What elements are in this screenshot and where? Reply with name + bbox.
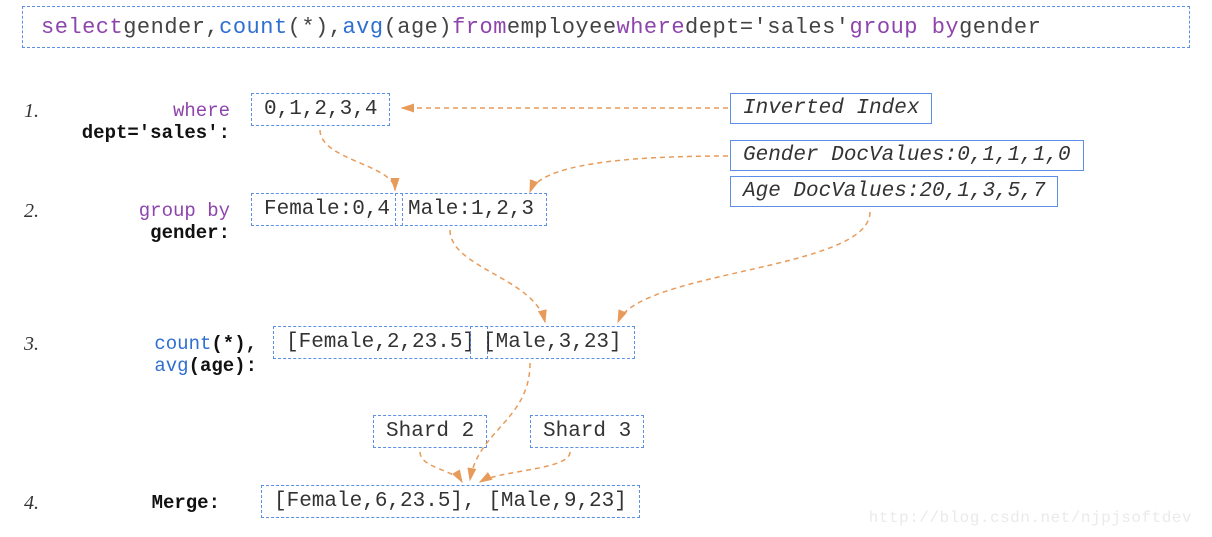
box-inverted-index: Inverted Index [730,93,932,124]
box-age-docvalues: Age DocValues:20,1,3,5,7 [730,176,1058,207]
col-gender: gender, [123,15,219,40]
box-male-agg: [Male,3,23] [470,326,635,359]
box-ids: 0,1,2,3,4 [251,93,390,126]
kw-from: from [452,15,507,40]
step-2-num: 2. [24,200,39,223]
sql-query-box: select gender, count (*), avg (age) from… [22,6,1190,48]
step-3-fn1: count [154,333,211,355]
step-3-fn2-arg: (age): [189,355,257,377]
step-1-rest: dept='sales': [82,122,230,144]
box-male-group: Male:1,2,3 [395,193,547,226]
box-female-group: Female:0,4 [251,193,403,226]
step-3-fn2: avg [154,355,188,377]
groupby-col: gender [959,15,1041,40]
step-4-num: 4. [24,492,39,515]
box-gender-docvalues: Gender DocValues:0,1,1,1,0 [730,140,1084,171]
step-4-label: Merge: [152,492,220,514]
fn-count-arg: (*), [288,15,343,40]
tbl: employee [507,15,617,40]
diagram-arrows [0,0,1212,537]
box-shard-3: Shard 3 [530,415,644,448]
step-2-kw: group by [139,200,230,222]
box-female-agg: [Female,2,23.5] [273,326,488,359]
step-1-kw: where [173,100,230,122]
kw-where: where [617,15,686,40]
step-2-rest: gender: [150,222,230,244]
fn-avg-arg: (age) [384,15,453,40]
step-3-num: 3. [24,333,39,356]
box-shard-2: Shard 2 [373,415,487,448]
watermark: http://blog.csdn.net/njpjsoftdev [869,509,1192,527]
fn-avg: avg [342,15,383,40]
fn-count: count [219,15,288,40]
step-3-fn1-arg: (*), [211,333,257,355]
where-cond: dept='sales' [685,15,849,40]
box-merge: [Female,6,23.5], [Male,9,23] [261,485,640,518]
kw-groupby: group by [849,15,959,40]
step-1-num: 1. [24,100,39,123]
kw-select: select [41,15,123,40]
